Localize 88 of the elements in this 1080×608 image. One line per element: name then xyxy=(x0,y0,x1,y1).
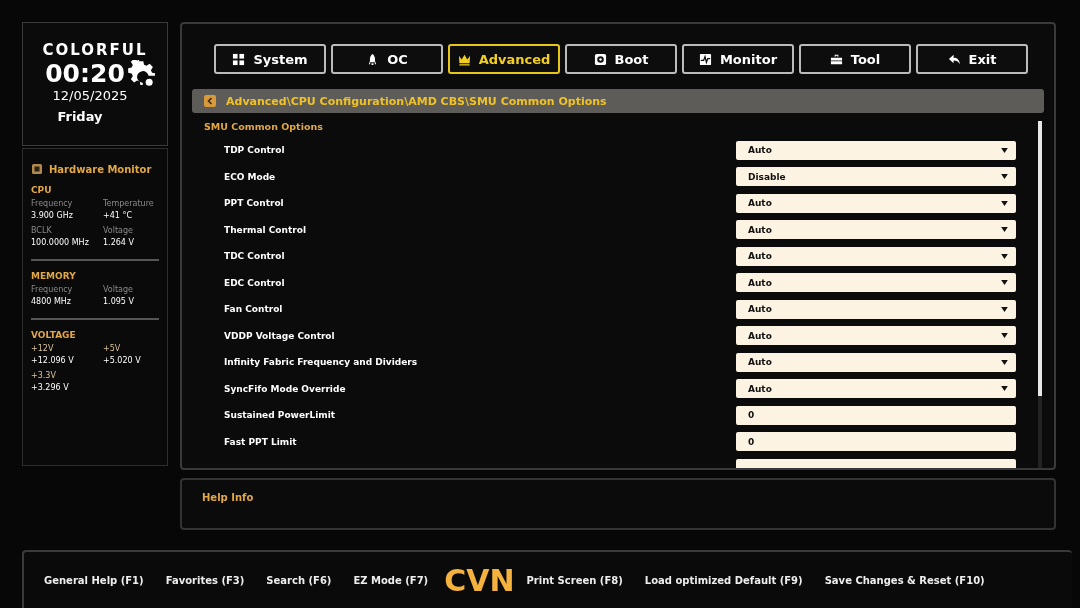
menu-tab[interactable]: Advanced xyxy=(448,44,560,74)
metric-label: BCLK xyxy=(31,226,53,235)
caret-icon xyxy=(1001,253,1008,259)
caret-icon xyxy=(1001,306,1008,312)
setting-label[interactable]: SyncFifo Mode Override xyxy=(224,383,346,394)
metric-label: Frequency xyxy=(31,199,74,208)
hotkey-link[interactable]: Load optimized Default (F9) xyxy=(644,574,803,586)
dropdown-field[interactable]: Auto xyxy=(736,379,1016,399)
hotkey-link[interactable]: EZ Mode (F7) xyxy=(353,574,429,586)
metric-value: +5.020 V xyxy=(103,356,142,365)
input-field[interactable]: 0 xyxy=(736,432,1016,452)
setting-label[interactable]: ECO Mode xyxy=(224,171,276,182)
dropdown-field[interactable]: Auto xyxy=(736,352,1016,372)
weekday-text: Friday xyxy=(57,109,103,124)
hotkey-link[interactable]: Save Changes & Reset (F10) xyxy=(824,574,985,586)
brand-logo: COLORFUL xyxy=(42,41,148,59)
section-heading: VOLTAGE xyxy=(31,330,77,340)
dropdown-field[interactable]: Disable xyxy=(736,167,1016,187)
setting-label[interactable]: Infinity Fabric Frequency and Dividers xyxy=(224,357,418,368)
clock-time: 00:20 xyxy=(45,59,125,88)
chip-icon xyxy=(31,163,43,175)
hotkey-link[interactable]: General Help (F1) xyxy=(44,574,144,586)
setting-label[interactable]: Sustained PowerLimit xyxy=(224,410,335,421)
hotkey-link[interactable]: Favorites (F3) xyxy=(165,574,245,586)
metric-label: +12V xyxy=(31,344,55,353)
caret-icon xyxy=(1001,333,1008,339)
metric-value: 1.095 V xyxy=(103,297,135,306)
metric-label: Temperature xyxy=(103,199,155,208)
metric-label: +5V xyxy=(103,344,122,353)
date-text: 12/05/2025 xyxy=(52,88,128,103)
caret-icon xyxy=(1001,227,1008,233)
metric-value: +12.096 V xyxy=(31,356,75,365)
setting-label[interactable]: Thermal Control xyxy=(224,224,306,235)
crown-icon xyxy=(457,52,471,66)
metric-value: 100.0000 MHz xyxy=(31,238,90,247)
section-heading: MEMORY xyxy=(31,271,77,281)
metric-value: +3.296 V xyxy=(31,383,70,392)
input-field[interactable]: 0 xyxy=(736,405,1016,425)
grid-icon xyxy=(232,52,246,66)
setting-label[interactable]: Fan Control xyxy=(224,304,283,315)
caret-icon xyxy=(1001,200,1008,206)
scrollbar[interactable] xyxy=(1038,121,1042,468)
setting-label[interactable]: TDC Control xyxy=(224,251,285,262)
caret-icon xyxy=(1001,280,1008,286)
setting-label[interactable]: Fast PPT Limit xyxy=(224,436,297,447)
panel-title: Hardware Monitor xyxy=(49,163,152,175)
breadcrumb-path: Advanced\CPU Configuration\AMD CBS\SMU Common Options xyxy=(226,94,607,108)
hotkey-link[interactable]: Search (F6) xyxy=(266,574,332,586)
help-title: Help Info xyxy=(202,492,254,503)
menu-tab[interactable]: Monitor xyxy=(682,44,794,74)
caret-icon xyxy=(1001,174,1008,180)
toolbox-icon xyxy=(829,52,843,66)
caret-icon xyxy=(1001,359,1008,365)
menu-tab[interactable]: Tool xyxy=(799,44,911,74)
footer-logo: CVN xyxy=(444,562,515,598)
menu-tab[interactable]: System xyxy=(214,44,326,74)
dropdown-field[interactable]: Auto xyxy=(736,246,1016,266)
back-icon[interactable] xyxy=(204,95,216,107)
metric-value: 1.264 V xyxy=(103,238,135,247)
section-heading: CPU xyxy=(31,185,53,195)
section-heading: SMU Common Options xyxy=(204,121,324,132)
setting-label[interactable]: TDP Control xyxy=(224,145,285,156)
dropdown-field[interactable]: Auto xyxy=(736,273,1016,293)
menu-tab[interactable]: Exit xyxy=(916,44,1028,74)
setting-label[interactable]: EDC Control xyxy=(224,277,285,288)
metric-label: Voltage xyxy=(103,285,134,294)
gear-icon[interactable] xyxy=(126,59,155,88)
menu-tab[interactable]: Boot xyxy=(565,44,677,74)
caret-icon xyxy=(1001,147,1008,153)
dropdown-field[interactable]: Auto xyxy=(736,299,1016,319)
menu-tab[interactable]: OC xyxy=(331,44,443,74)
disc-icon xyxy=(593,52,607,66)
dropdown-field[interactable]: Auto xyxy=(736,193,1016,213)
metric-value: 4800 MHz xyxy=(31,297,73,306)
metric-label: +3.3V xyxy=(31,371,57,380)
caret-icon xyxy=(1001,386,1008,392)
dropdown-field[interactable]: Auto xyxy=(736,140,1016,160)
hotkey-link[interactable]: Print Screen (F8) xyxy=(526,574,623,586)
metric-label: Voltage xyxy=(103,226,134,235)
dropdown-field[interactable]: Auto xyxy=(736,326,1016,346)
metric-value: +41 °C xyxy=(103,211,133,220)
setting-label[interactable]: PPT Control xyxy=(224,198,284,209)
setting-label[interactable]: VDDP Voltage Control xyxy=(224,330,335,341)
metric-value: 3.900 GHz xyxy=(31,211,74,220)
pulse-icon xyxy=(698,52,712,66)
dropdown-field[interactable]: Auto xyxy=(736,220,1016,240)
back-arrow-icon xyxy=(947,52,961,66)
metric-label: Frequency xyxy=(31,285,74,294)
